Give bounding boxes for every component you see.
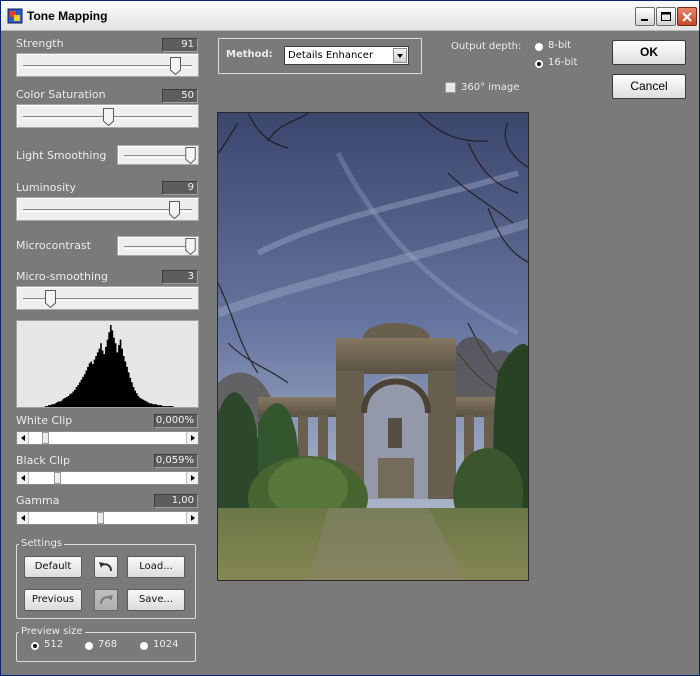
cemetery-archway-photo xyxy=(218,113,528,580)
slider-track xyxy=(124,155,192,158)
settings-group-title: Settings xyxy=(19,538,65,549)
maximize-button[interactable] xyxy=(656,7,676,26)
preview-size-768-label: 768 xyxy=(98,639,118,650)
slider-thumb[interactable] xyxy=(185,147,196,164)
micro-smoothing-value[interactable]: 3 xyxy=(162,270,198,284)
microcontrast-label: Microcontrast xyxy=(16,239,91,252)
undo-button[interactable] xyxy=(94,556,118,578)
arrow-left-icon xyxy=(21,435,25,441)
method-selected-value: Details Enhancer xyxy=(288,50,374,61)
previous-button[interactable]: Previous xyxy=(24,589,82,611)
method-select[interactable]: Details Enhancer xyxy=(284,46,409,65)
arrow-left-icon xyxy=(21,515,25,521)
color-saturation-label: Color Saturation xyxy=(16,88,106,101)
close-icon xyxy=(682,12,692,22)
scroll-right-button[interactable] xyxy=(186,432,198,444)
slider-track xyxy=(124,246,192,249)
color-saturation-slider[interactable] xyxy=(16,104,199,128)
micro-smoothing-slider[interactable] xyxy=(16,286,199,310)
histogram-shape xyxy=(17,325,198,407)
slider-thumb[interactable] xyxy=(168,201,180,219)
preview-size-512-label: 512 xyxy=(44,639,64,650)
redo-button[interactable] xyxy=(94,589,118,611)
image360-checkbox[interactable] xyxy=(445,82,456,93)
preview-size-768-radio[interactable] xyxy=(84,641,94,651)
minimize-button[interactable] xyxy=(635,7,655,26)
scroll-left-button[interactable] xyxy=(17,512,29,524)
luminosity-slider[interactable] xyxy=(16,197,199,221)
cancel-button[interactable]: Cancel xyxy=(612,74,686,99)
close-button[interactable] xyxy=(677,7,697,26)
black-clip-label: Black Clip xyxy=(16,454,71,467)
white-clip-scrollbar[interactable] xyxy=(16,431,199,445)
slider-track xyxy=(23,209,192,212)
white-clip-label: White Clip xyxy=(16,414,73,427)
minimize-icon xyxy=(641,19,648,21)
redo-arrow-icon xyxy=(100,595,113,605)
window-title: Tone Mapping xyxy=(27,9,108,23)
arrow-right-icon xyxy=(191,515,195,521)
arrow-left-icon xyxy=(21,475,25,481)
scroll-left-button[interactable] xyxy=(17,472,29,484)
scroll-left-button[interactable] xyxy=(17,432,29,444)
scrollbar-thumb[interactable] xyxy=(41,432,49,444)
save-button[interactable]: Save... xyxy=(127,589,185,611)
output-depth-16bit-label: 16-bit xyxy=(548,57,578,68)
method-dropdown-button[interactable] xyxy=(393,48,407,63)
image360-label: 360° image xyxy=(461,82,520,93)
method-label: Method: xyxy=(226,49,273,60)
microcontrast-slider[interactable] xyxy=(117,236,199,256)
gamma-scrollbar[interactable] xyxy=(16,511,199,525)
app-icon xyxy=(7,8,23,24)
preview-size-512-radio[interactable] xyxy=(30,641,40,651)
light-smoothing-label: Light Smoothing xyxy=(16,149,107,162)
preview-size-1024-label: 1024 xyxy=(153,639,179,650)
color-saturation-value[interactable]: 50 xyxy=(162,89,198,103)
white-clip-value[interactable]: 0,000% xyxy=(154,414,198,428)
scrollbar-thumb[interactable] xyxy=(53,472,61,484)
scroll-right-button[interactable] xyxy=(186,472,198,484)
light-smoothing-slider[interactable] xyxy=(117,145,199,165)
ok-button[interactable]: OK xyxy=(612,40,686,65)
micro-smoothing-label: Micro-smoothing xyxy=(16,270,108,283)
chevron-down-icon xyxy=(397,54,403,58)
strength-label: Strength xyxy=(16,37,64,50)
arrow-right-icon xyxy=(191,475,195,481)
gamma-label: Gamma xyxy=(16,494,60,507)
slider-thumb[interactable] xyxy=(170,57,182,75)
default-button[interactable]: Default xyxy=(24,556,82,578)
preview-image[interactable] xyxy=(217,112,529,581)
maximize-icon xyxy=(661,12,671,21)
load-button[interactable]: Load... xyxy=(127,556,185,578)
output-depth-8bit-label: 8-bit xyxy=(548,40,572,51)
strength-slider[interactable] xyxy=(16,53,199,77)
slider-track xyxy=(23,65,192,68)
black-clip-scrollbar[interactable] xyxy=(16,471,199,485)
tone-mapping-window: Tone Mapping Strength 91 Color Saturatio… xyxy=(0,0,700,676)
histogram-plot xyxy=(17,325,198,407)
black-clip-value[interactable]: 0,059% xyxy=(154,454,198,468)
preview-size-1024-radio[interactable] xyxy=(139,641,149,651)
output-depth-8bit-radio[interactable] xyxy=(534,42,544,52)
strength-value[interactable]: 91 xyxy=(162,38,198,52)
preview-size-group-title: Preview size xyxy=(19,626,85,637)
output-depth-label: Output depth: xyxy=(451,41,522,52)
histogram xyxy=(16,320,199,408)
slider-thumb[interactable] xyxy=(102,108,114,126)
slider-thumb[interactable] xyxy=(44,290,56,308)
luminosity-label: Luminosity xyxy=(16,181,76,194)
arrow-right-icon xyxy=(191,435,195,441)
scrollbar-thumb[interactable] xyxy=(97,512,105,524)
undo-arrow-icon xyxy=(99,562,112,572)
gamma-value[interactable]: 1,00 xyxy=(154,494,198,508)
scroll-right-button[interactable] xyxy=(186,512,198,524)
slider-thumb[interactable] xyxy=(185,238,196,255)
output-depth-16bit-radio[interactable] xyxy=(534,59,544,69)
luminosity-value[interactable]: 9 xyxy=(162,181,198,195)
title-bar[interactable]: Tone Mapping xyxy=(1,1,699,31)
